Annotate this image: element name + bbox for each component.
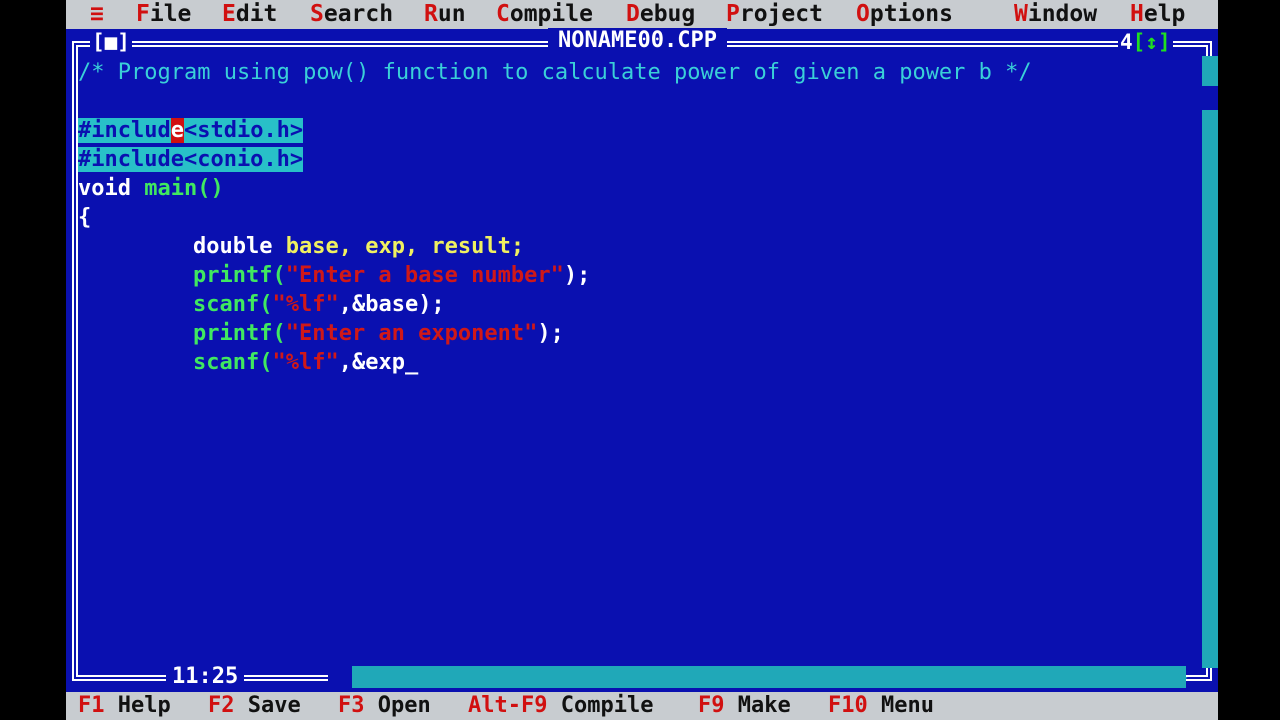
shortcut-menu[interactable]: F10 Menu [828, 692, 934, 720]
code-line-11: scanf("%lf",&exp_ [193, 350, 419, 375]
menu-bar: ≡ File Edit Search Run Compile Debug Pro… [66, 0, 1218, 29]
window-number: 4[↕] [1118, 30, 1173, 54]
window-close-box[interactable]: [■] [90, 30, 132, 54]
menu-search[interactable]: Search [310, 0, 393, 29]
scroll-up-arrow-icon[interactable]: ▲ [1202, 58, 1212, 74]
vertical-scroll-thumb[interactable] [1202, 86, 1218, 110]
menu-debug[interactable]: Debug [626, 0, 695, 29]
shortcut-help[interactable]: F1 Help [78, 692, 171, 720]
menu-file[interactable]: File [136, 0, 191, 29]
insertion-caret: _ [404, 350, 419, 375]
shortcut-open[interactable]: F3 Open [338, 692, 431, 720]
text-cursor: e [170, 118, 184, 143]
horizontal-scrollbar[interactable] [328, 666, 1186, 688]
menu-edit[interactable]: Edit [222, 0, 277, 29]
scroll-right-arrow-icon[interactable]: ▶ [1178, 669, 1188, 685]
vertical-scrollbar[interactable] [1202, 56, 1218, 668]
shortcut-make[interactable]: F9 Make [698, 692, 791, 720]
code-line-6: { [78, 205, 92, 230]
menu-window[interactable]: Window [1014, 0, 1097, 29]
code-line-1: /* Program using pow() function to calcu… [78, 60, 1032, 85]
shortcut-compile[interactable]: Alt-F9 Compile [468, 692, 653, 720]
code-line-8: printf("Enter a base number"); [193, 263, 591, 288]
menu-help[interactable]: Help [1130, 0, 1185, 29]
horizontal-scroll-thumb[interactable] [328, 666, 352, 688]
menu-options[interactable]: Options [856, 0, 953, 29]
menu-system[interactable]: ≡ [90, 0, 104, 29]
code-line-10: printf("Enter an exponent"); [193, 321, 564, 346]
code-line-4: #include<conio.h> [78, 147, 304, 172]
shortcut-save[interactable]: F2 Save [208, 692, 301, 720]
turbo-cpp-ide: ≡ File Edit Search Run Compile Debug Pro… [66, 0, 1218, 720]
zoom-box[interactable]: [↕] [1133, 30, 1171, 54]
cursor-position: 11:25 [166, 664, 245, 690]
code-editor[interactable]: /* Program using pow() function to calcu… [78, 56, 1204, 662]
scroll-down-arrow-icon[interactable]: ▼ [1202, 648, 1212, 664]
code-line-5: void main() [78, 176, 224, 201]
code-line-7: double base, exp, result; [193, 234, 525, 259]
menu-compile[interactable]: Compile [496, 0, 593, 29]
menu-run[interactable]: Run [424, 0, 466, 29]
code-line-9: scanf("%lf",&base); [193, 292, 445, 317]
status-bar: F1 Help F2 Save F3 Open Alt-F9 Compile F… [66, 692, 1218, 720]
code-line-3: #include<stdio.h> [78, 118, 304, 143]
window-title: NONAME00.CPP [548, 28, 727, 54]
menu-project[interactable]: Project [726, 0, 823, 29]
